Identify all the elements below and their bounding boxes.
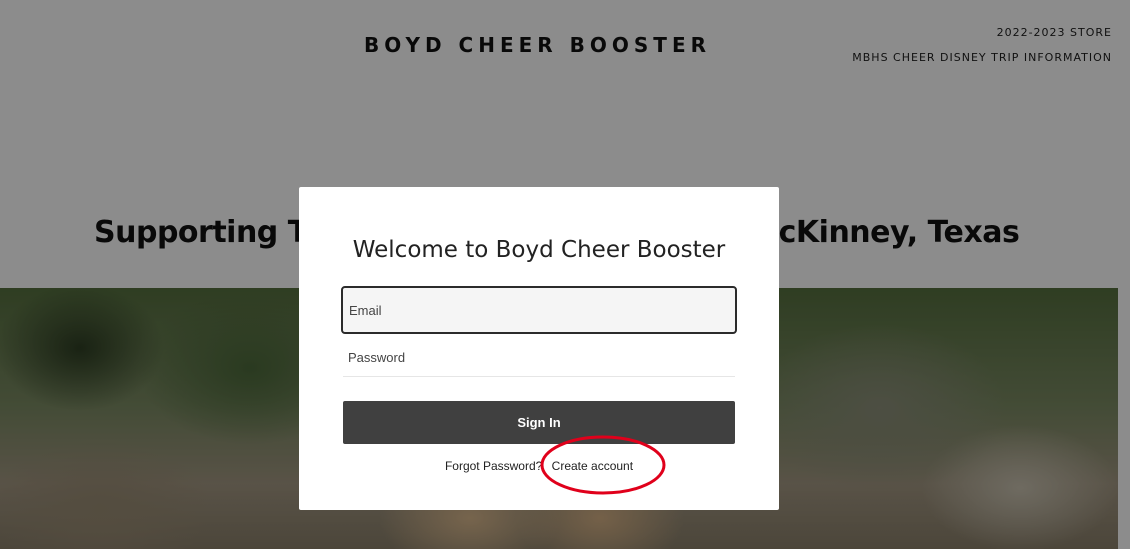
password-field[interactable]	[343, 339, 735, 377]
email-field[interactable]	[341, 286, 737, 334]
create-account-link[interactable]: Create account	[552, 459, 633, 473]
modal-links: Forgot Password? Create account	[299, 459, 779, 473]
page: BOYD CHEER BOOSTER 2022-2023 STORE MBHS …	[0, 0, 1130, 549]
forgot-password-link[interactable]: Forgot Password?	[445, 459, 542, 473]
login-modal: Welcome to Boyd Cheer Booster Sign In Fo…	[299, 187, 779, 510]
sign-in-button[interactable]: Sign In	[343, 401, 735, 444]
modal-title: Welcome to Boyd Cheer Booster	[352, 237, 726, 263]
